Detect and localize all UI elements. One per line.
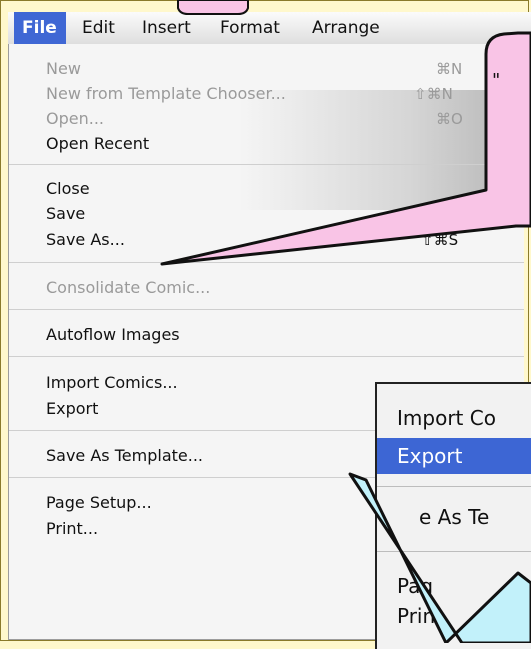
callout-text: "	[492, 70, 501, 91]
zoom-item-export: Export	[397, 444, 463, 468]
zoom-item-print: Print.	[397, 604, 450, 628]
menu-item-new-from-template[interactable]: New from Template Chooser... ⇧⌘N	[9, 82, 524, 106]
menu-item-close[interactable]: Close	[9, 177, 524, 201]
menu-format[interactable]: Format	[212, 12, 288, 44]
menu-item-autoflow-images[interactable]: Autoflow Images	[9, 323, 524, 347]
menu-bar: File Edit Insert Format Arrange	[8, 12, 531, 45]
menu-separator	[9, 356, 524, 357]
menu-item-shortcut: ⇧⌘S	[421, 231, 459, 249]
menu-item-label: Consolidate Comic...	[46, 278, 211, 297]
zoom-separator	[377, 486, 531, 487]
menu-item-label: Save As Template...	[46, 446, 203, 465]
menu-item-consolidate-comic[interactable]: Consolidate Comic...	[9, 276, 524, 300]
menu-item-label: Save	[46, 204, 86, 223]
menu-item-label: New from Template Chooser...	[46, 84, 286, 103]
menu-item-label: New	[46, 59, 81, 78]
menu-arrange[interactable]: Arrange	[304, 12, 388, 44]
menu-edit[interactable]: Edit	[74, 12, 123, 44]
menu-item-save-as[interactable]: Save As... ⇧⌘S	[9, 228, 524, 252]
menu-insert[interactable]: Insert	[134, 12, 199, 44]
menu-separator	[9, 164, 524, 165]
zoom-item-save-as-template: e As Te	[419, 505, 490, 529]
menu-item-shortcut: ⌘S	[436, 205, 461, 223]
menu-separator	[9, 309, 524, 310]
menu-item-label: Open...	[46, 109, 104, 128]
menu-item-label: Import Comics...	[46, 373, 178, 392]
zoom-item-import-comics: Import Co	[397, 406, 496, 430]
menu-item-label: Export	[46, 399, 99, 418]
menu-item-save[interactable]: Save ⌘S	[9, 202, 524, 226]
zoom-separator	[377, 551, 531, 552]
zoom-inset: Import Co Export e As Te Pag Print.	[375, 382, 531, 649]
menu-item-new[interactable]: New ⌘N	[9, 57, 524, 81]
menu-separator	[9, 262, 524, 263]
menu-item-shortcut: ⌘O	[436, 110, 463, 128]
menu-file[interactable]: File	[14, 12, 66, 44]
menu-item-open-recent[interactable]: Open Recent	[9, 132, 524, 156]
menu-item-label: Page Setup...	[46, 493, 152, 512]
menu-item-shortcut: ⇧⌘N	[414, 85, 453, 103]
menu-item-label: Open Recent	[46, 134, 150, 153]
menu-item-shortcut: ⌘N	[436, 60, 463, 78]
menu-item-label: Autoflow Images	[46, 325, 180, 344]
menu-item-label: Close	[46, 179, 90, 198]
menu-item-label: Print...	[46, 519, 99, 538]
menu-item-label: Save As...	[46, 230, 125, 249]
menu-item-open[interactable]: Open... ⌘O	[9, 107, 524, 131]
